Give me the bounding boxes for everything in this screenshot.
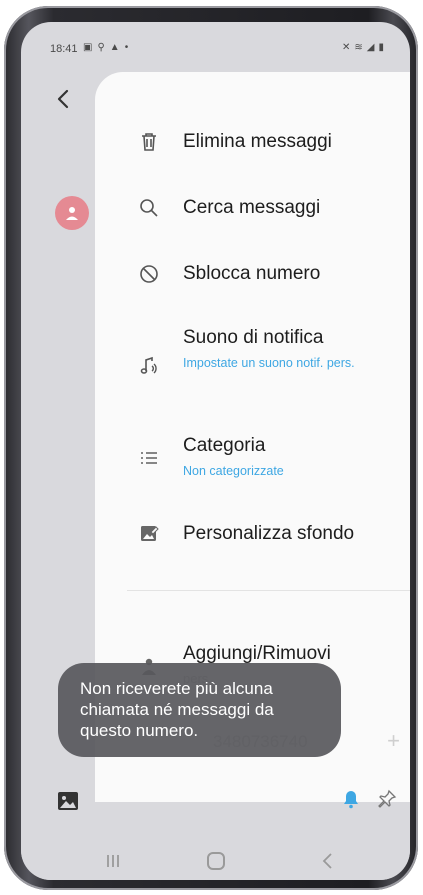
home-button[interactable] — [207, 852, 225, 870]
menu-item-subtitle: Non categorizzate — [183, 464, 284, 478]
image-attach-icon[interactable] — [57, 791, 79, 811]
menu-item-label: Cerca messaggi — [183, 197, 321, 218]
menu-divider — [127, 590, 410, 591]
alert-icon: ▲ — [109, 42, 120, 53]
block-icon — [140, 265, 158, 283]
phone-screen: 18:41 ▣ ⚲ ▲ • ✕ ≋ ◢ ▮ Elimina messaggi C… — [21, 22, 410, 880]
add-icon[interactable]: + — [387, 728, 400, 754]
list-icon — [141, 452, 157, 464]
pin-icon[interactable] — [376, 788, 398, 810]
wifi-icon: ≋ — [354, 42, 363, 53]
search-icon — [140, 199, 158, 217]
person-icon — [66, 207, 78, 220]
location-icon: ⚲ — [97, 42, 105, 53]
menu-item-label: Sblocca numero — [183, 263, 321, 284]
back-icon[interactable] — [319, 852, 337, 870]
signal-icon: ◢ — [366, 42, 375, 53]
status-bar: 18:41 ▣ ⚲ ▲ • ✕ ≋ ◢ ▮ — [21, 22, 410, 56]
menu-item-label: Suono di notifica — [183, 327, 324, 348]
trash-icon — [142, 133, 156, 151]
avatar[interactable] — [55, 196, 89, 230]
toast-message: Non riceverete più alcuna chiamata né me… — [58, 663, 341, 757]
menu-item-label: Elimina messaggi — [183, 131, 332, 152]
menu-item-label: Personalizza sfondo — [183, 523, 355, 544]
music-note-icon — [140, 356, 157, 374]
menu-item-subtitle: Impostate un suono notif. pers. — [183, 356, 355, 370]
status-time: 18:41 — [50, 43, 78, 55]
mute-icon: ✕ — [342, 42, 351, 53]
dot-icon: • — [124, 42, 129, 53]
status-left-icons: ▣ ⚲ ▲ • — [83, 42, 128, 53]
recents-icon[interactable] — [105, 854, 121, 868]
phone-frame: 18:41 ▣ ⚲ ▲ • ✕ ≋ ◢ ▮ Elimina messaggi C… — [4, 6, 418, 890]
wallpaper-edit-icon — [141, 526, 159, 541]
menu-item-label: Categoria — [183, 435, 266, 456]
bell-icon[interactable] — [340, 788, 362, 810]
navigation-bar — [21, 842, 410, 880]
battery-icon: ▮ — [378, 42, 384, 53]
status-right-icons: ✕ ≋ ◢ ▮ — [342, 42, 384, 53]
back-arrow-icon[interactable] — [53, 88, 75, 110]
gallery-icon: ▣ — [83, 42, 93, 53]
